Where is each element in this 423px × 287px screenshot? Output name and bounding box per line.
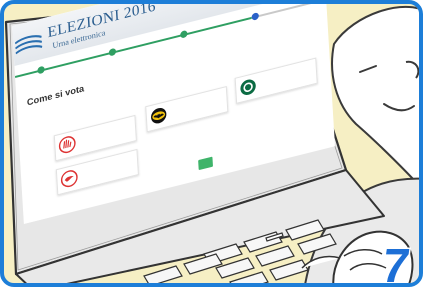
candidate-card-3[interactable] xyxy=(234,57,318,104)
starbucks-symbol-icon xyxy=(240,79,256,95)
candidate-card-2[interactable] xyxy=(145,85,229,133)
red-bird-symbol-icon xyxy=(60,170,78,188)
red-hand-symbol-icon xyxy=(58,136,76,154)
step-number: 7 xyxy=(379,240,413,287)
progress-line-remaining xyxy=(251,4,327,19)
step-dot-4-current[interactable] xyxy=(251,12,260,21)
step-dot-1[interactable] xyxy=(37,65,45,75)
vote-button[interactable] xyxy=(198,156,213,171)
illustration-frame: ELEZIONI 2016 Urna elettronica Come si v… xyxy=(0,0,423,287)
step-dot-3[interactable] xyxy=(180,29,188,39)
batman-symbol-icon xyxy=(151,107,167,124)
logo-icon xyxy=(14,35,43,55)
section-heading: Come si vota xyxy=(26,83,85,108)
step-dot-2[interactable] xyxy=(108,47,117,57)
step-number-badge: 7 xyxy=(377,240,414,287)
